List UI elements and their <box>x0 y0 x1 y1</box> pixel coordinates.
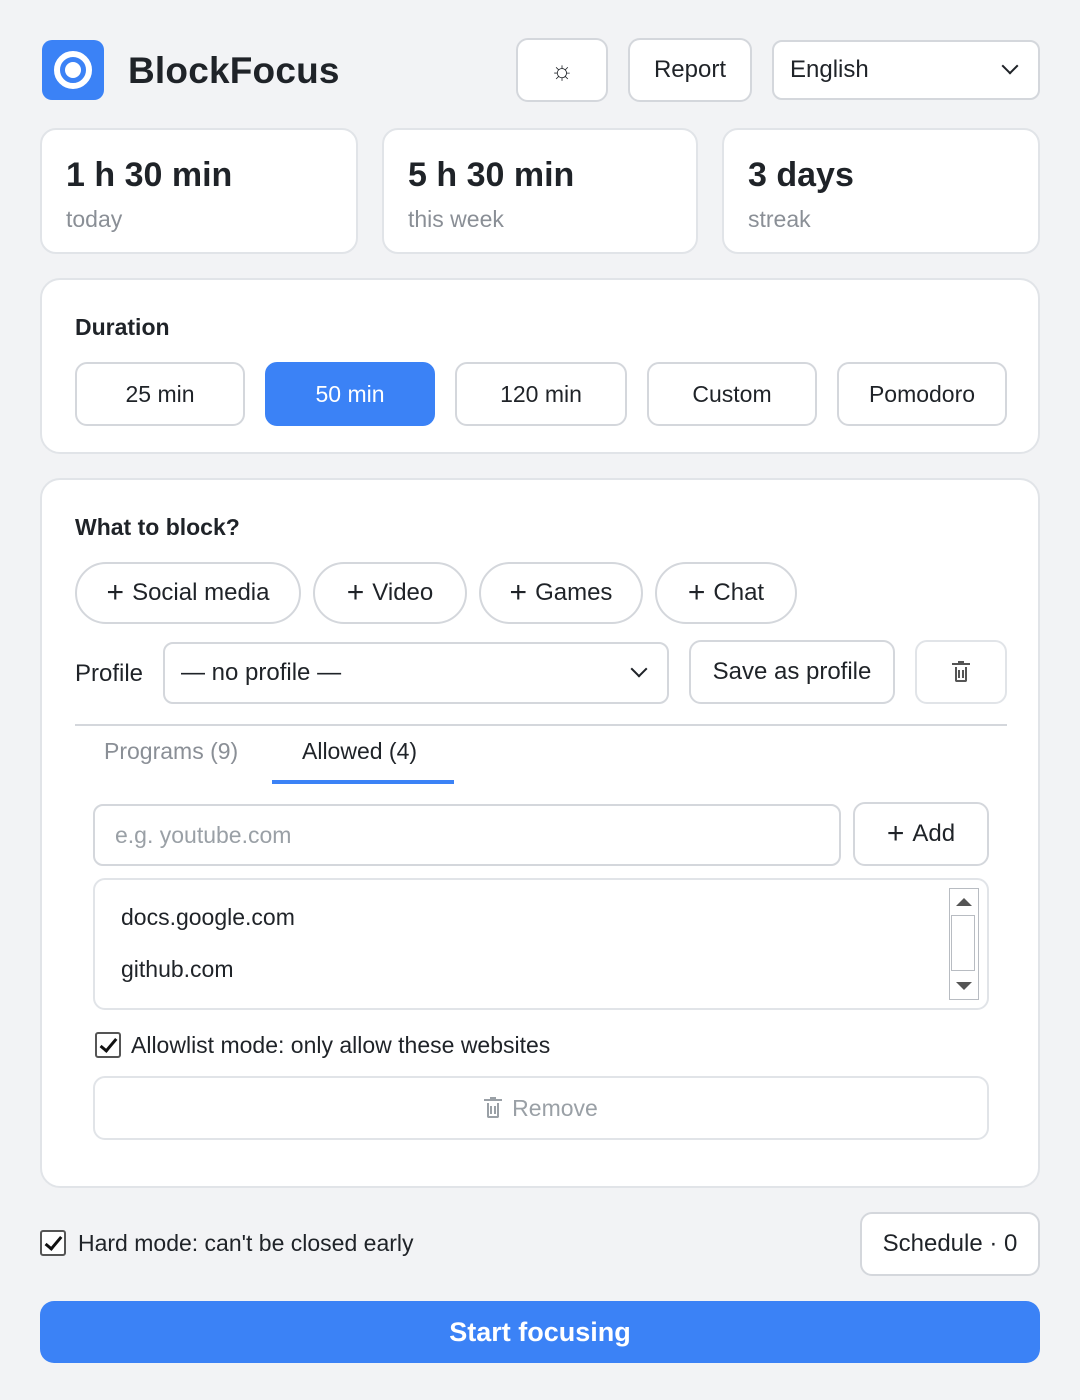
block-title: What to block? <box>75 514 240 540</box>
delete-profile-button[interactable] <box>915 640 1007 704</box>
list-item[interactable]: github.com <box>121 956 234 983</box>
scroll-up-arrow-icon[interactable] <box>950 889 977 915</box>
stat-value: 1 h 30 min <box>66 156 233 194</box>
plus-icon: + <box>886 817 905 850</box>
stat-label: this week <box>408 206 504 232</box>
app-logo-icon <box>42 40 104 100</box>
schedule-button[interactable]: Schedule · 0 <box>860 1212 1040 1276</box>
profile-label: Profile <box>75 660 144 687</box>
active-tab-indicator <box>272 780 454 784</box>
plus-icon: + <box>346 576 365 609</box>
trash-icon <box>484 1097 503 1119</box>
chevron-down-icon <box>1001 57 1019 75</box>
plus-icon: + <box>509 576 528 609</box>
divider <box>75 724 1007 726</box>
tab-programs[interactable]: Programs (9) <box>104 738 238 765</box>
settings-button[interactable]: ☼ <box>516 38 608 102</box>
stat-card-week: 5 h 30 min this week <box>382 128 698 254</box>
category-video-chip[interactable]: + Video <box>313 562 467 624</box>
allowed-sites-list: docs.google.com github.com <box>93 878 989 1010</box>
save-as-profile-button[interactable]: Save as profile <box>689 640 895 704</box>
app-title: BlockFocus <box>128 50 340 91</box>
chip-label: Chat <box>713 579 765 606</box>
gear-icon: ☼ <box>550 54 574 85</box>
website-input[interactable] <box>93 804 841 866</box>
chip-label: Games <box>535 579 613 606</box>
allowlist-mode-label: Allowlist mode: only allow these website… <box>131 1032 551 1058</box>
scrollbar-thumb[interactable] <box>951 915 975 971</box>
plus-icon: + <box>106 576 125 609</box>
trash-icon <box>952 661 970 683</box>
category-games-chip[interactable]: + Games <box>479 562 643 624</box>
chevron-down-icon <box>630 660 648 678</box>
header: BlockFocus ☼ Report English <box>42 38 1040 102</box>
duration-pomodoro-button[interactable]: Pomodoro <box>837 362 1007 426</box>
duration-50-button[interactable]: 50 min <box>265 362 435 426</box>
chip-label: Video <box>372 579 434 606</box>
allowlist-mode-checkbox[interactable] <box>95 1032 121 1058</box>
profile-select[interactable]: — no profile — <box>163 642 669 704</box>
stat-label: today <box>66 206 123 232</box>
stat-value: 3 days <box>748 156 854 194</box>
duration-25-button[interactable]: 25 min <box>75 362 245 426</box>
profile-value: — no profile — <box>181 659 342 686</box>
start-focusing-button[interactable]: Start focusing <box>40 1301 1040 1363</box>
duration-title: Duration <box>75 314 170 340</box>
add-website-button[interactable]: + Add <box>853 802 989 866</box>
stat-card-today: 1 h 30 min today <box>40 128 358 254</box>
remove-label: Remove <box>512 1094 598 1121</box>
hard-mode-label: Hard mode: can't be closed early <box>78 1230 414 1256</box>
scroll-down-arrow-icon[interactable] <box>950 973 977 999</box>
plus-icon: + <box>687 576 706 609</box>
category-social-media-chip[interactable]: + Social media <box>75 562 301 624</box>
hard-mode-checkbox[interactable] <box>40 1230 66 1256</box>
checkmark-icon <box>99 1034 118 1053</box>
stat-value: 5 h 30 min <box>408 156 575 194</box>
language-value: English <box>790 56 869 83</box>
duration-custom-button[interactable]: Custom <box>647 362 817 426</box>
report-button[interactable]: Report <box>628 38 752 102</box>
chip-label: Social media <box>132 579 270 606</box>
stat-label: streak <box>748 206 811 232</box>
duration-card: Duration 25 min 50 min 120 min Custom Po… <box>40 278 1040 454</box>
tab-allowed[interactable]: Allowed (4) <box>302 738 417 765</box>
stat-card-streak: 3 days streak <box>722 128 1040 254</box>
duration-120-button[interactable]: 120 min <box>455 362 627 426</box>
block-card: What to block? + Social media + Video + … <box>40 478 1040 1188</box>
category-chat-chip[interactable]: + Chat <box>655 562 797 624</box>
remove-button[interactable]: Remove <box>93 1076 989 1140</box>
scrollbar[interactable] <box>949 888 979 1000</box>
add-label: Add <box>912 820 956 847</box>
checkmark-icon <box>44 1232 63 1251</box>
list-item[interactable]: docs.google.com <box>121 904 295 931</box>
language-select[interactable]: English <box>772 40 1040 100</box>
